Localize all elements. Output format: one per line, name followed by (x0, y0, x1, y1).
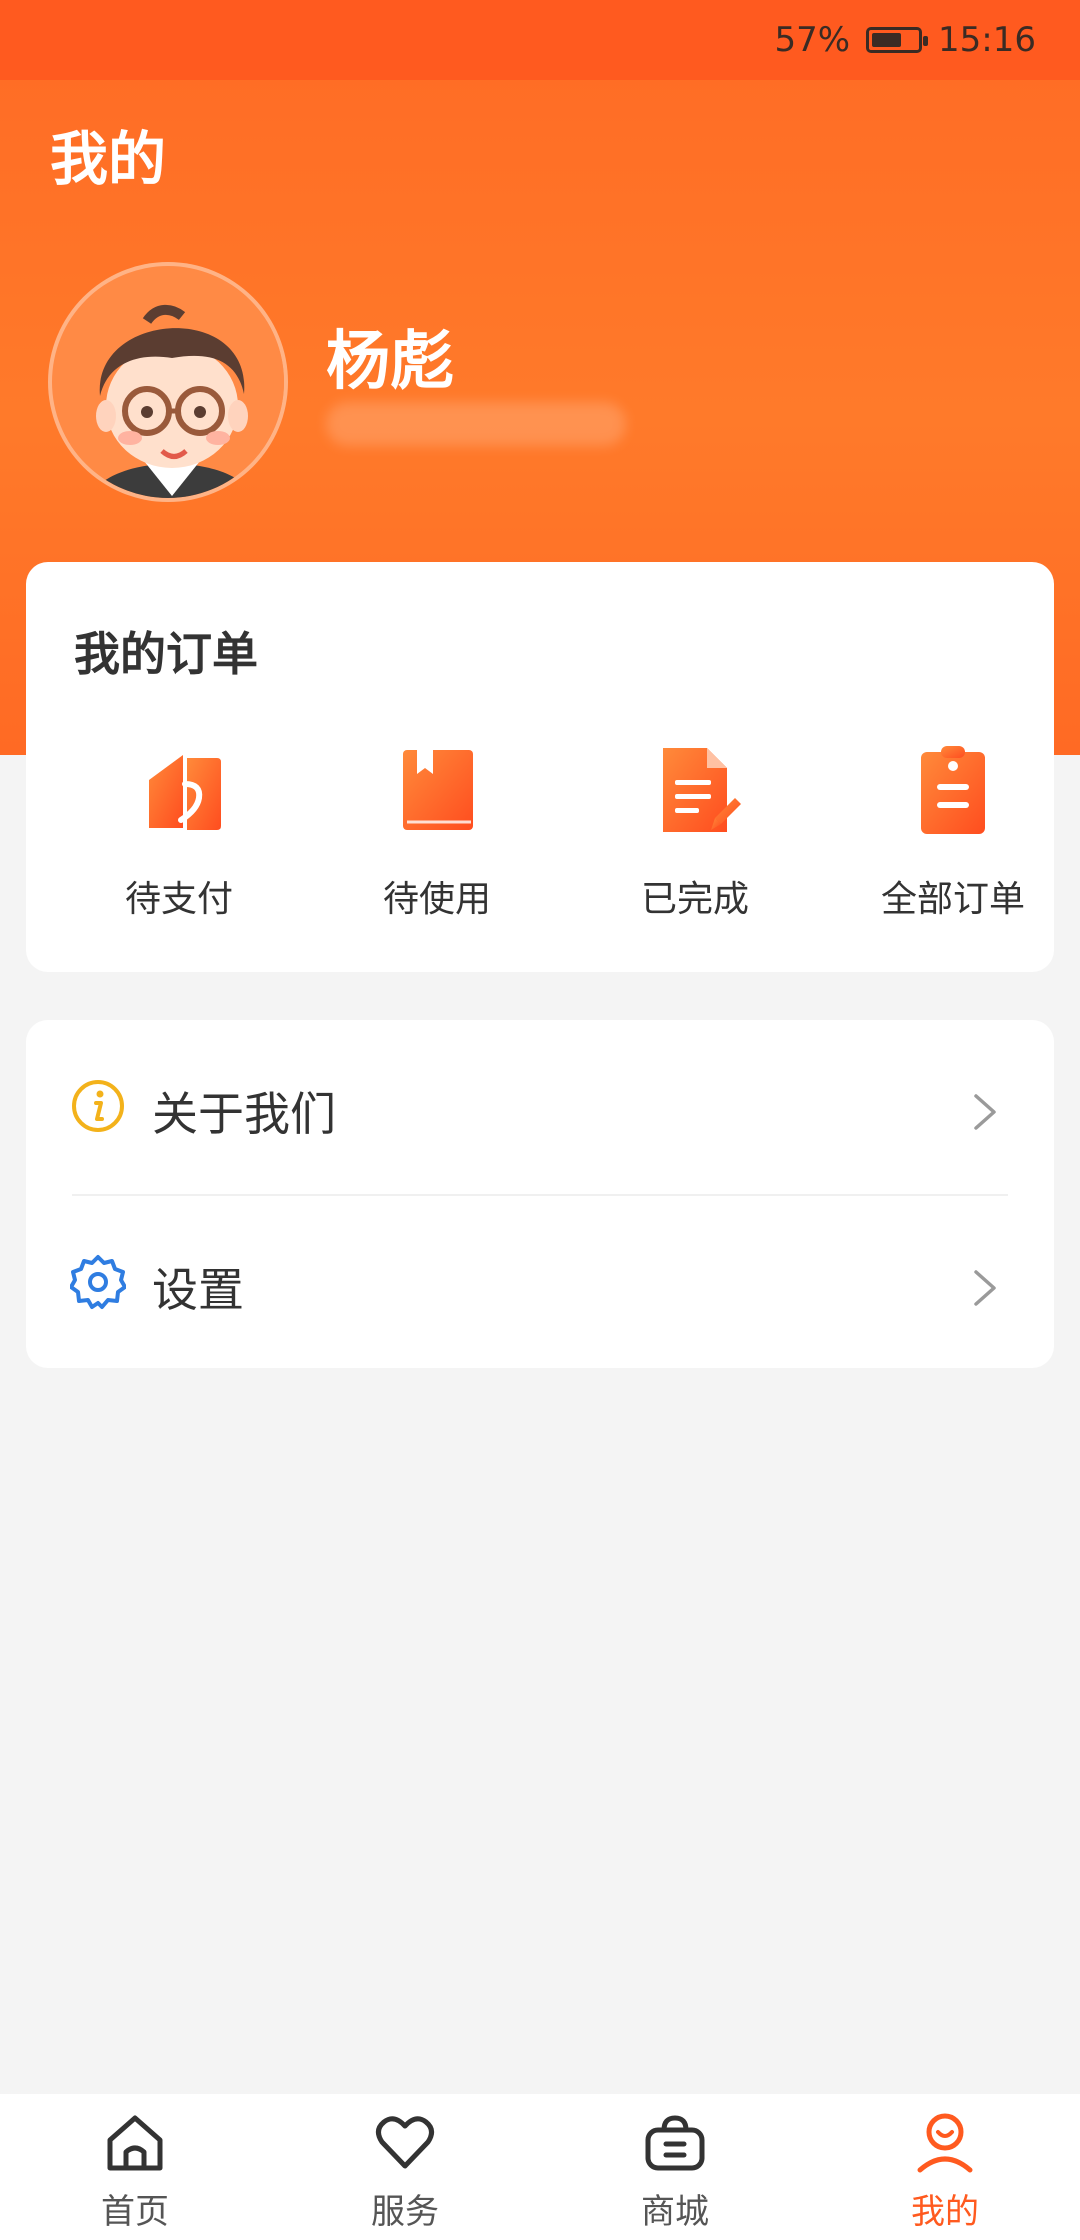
avatar-icon (54, 268, 284, 498)
home-icon (107, 2115, 163, 2171)
nav-label-mine: 我的 (911, 2192, 979, 2232)
status-right-group: 57% 15:16 (774, 20, 1036, 60)
menu-item-about-us[interactable]: 关于我们 (26, 1020, 1054, 1196)
shopping-bag-icon (645, 2115, 705, 2171)
battery-percent: 57% (774, 20, 851, 60)
order-item-all-orders[interactable]: 全部订单 (824, 740, 1080, 922)
order-label-to-use: 待使用 (382, 879, 491, 920)
info-icon (72, 1080, 124, 1132)
chevron-right-icon (974, 1270, 996, 1306)
username: 杨彪 (326, 325, 454, 399)
menu-label-settings: 设置 (152, 1263, 244, 1317)
nav-item-mall[interactable]: 商城 (540, 2094, 810, 2240)
nav-label-service: 服务 (371, 2192, 439, 2232)
orders-section-title: 我的订单 (74, 627, 258, 681)
order-label-completed: 已完成 (640, 879, 749, 920)
user-icon (917, 2113, 973, 2173)
nav-item-mine[interactable]: 我的 (810, 2094, 1080, 2240)
menu-card: 关于我们 设置 (26, 1020, 1054, 1368)
order-item-to-use[interactable]: 待使用 (308, 740, 566, 922)
menu-item-settings[interactable]: 设置 (26, 1196, 1054, 1368)
order-item-pending-payment[interactable]: 待支付 (50, 740, 308, 922)
heart-icon (376, 2116, 434, 2169)
page-title: 我的 (50, 125, 167, 193)
nav-item-home[interactable]: 首页 (0, 2094, 270, 2240)
gear-icon (70, 1255, 126, 1309)
order-item-completed[interactable]: 已完成 (566, 740, 824, 922)
bottom-navigation: 首页 服务 商城 我的 (0, 2094, 1080, 2240)
nav-item-service[interactable]: 服务 (270, 2094, 540, 2240)
avatar[interactable] (48, 262, 288, 502)
nav-label-home: 首页 (101, 2192, 169, 2232)
status-time: 15:16 (938, 20, 1036, 60)
battery-icon (866, 27, 929, 53)
nav-label-mall: 商城 (641, 2192, 709, 2232)
order-label-pending-payment: 待支付 (124, 879, 233, 920)
chevron-right-icon (974, 1094, 996, 1130)
order-label-all-orders: 全部订单 (880, 879, 1025, 920)
clipboard-icon (921, 746, 985, 834)
book-icon (403, 750, 473, 830)
status-bar: 57% 15:16 (0, 0, 1080, 80)
menu-label-about-us: 关于我们 (152, 1087, 336, 1141)
orders-card: 我的订单 待支付 待使用 已完成 全部订单 (26, 562, 1054, 972)
document-edit-icon (663, 748, 741, 832)
pay-icon (149, 755, 221, 830)
battery-fill (872, 33, 901, 47)
user-subtitle-redacted (326, 402, 626, 446)
